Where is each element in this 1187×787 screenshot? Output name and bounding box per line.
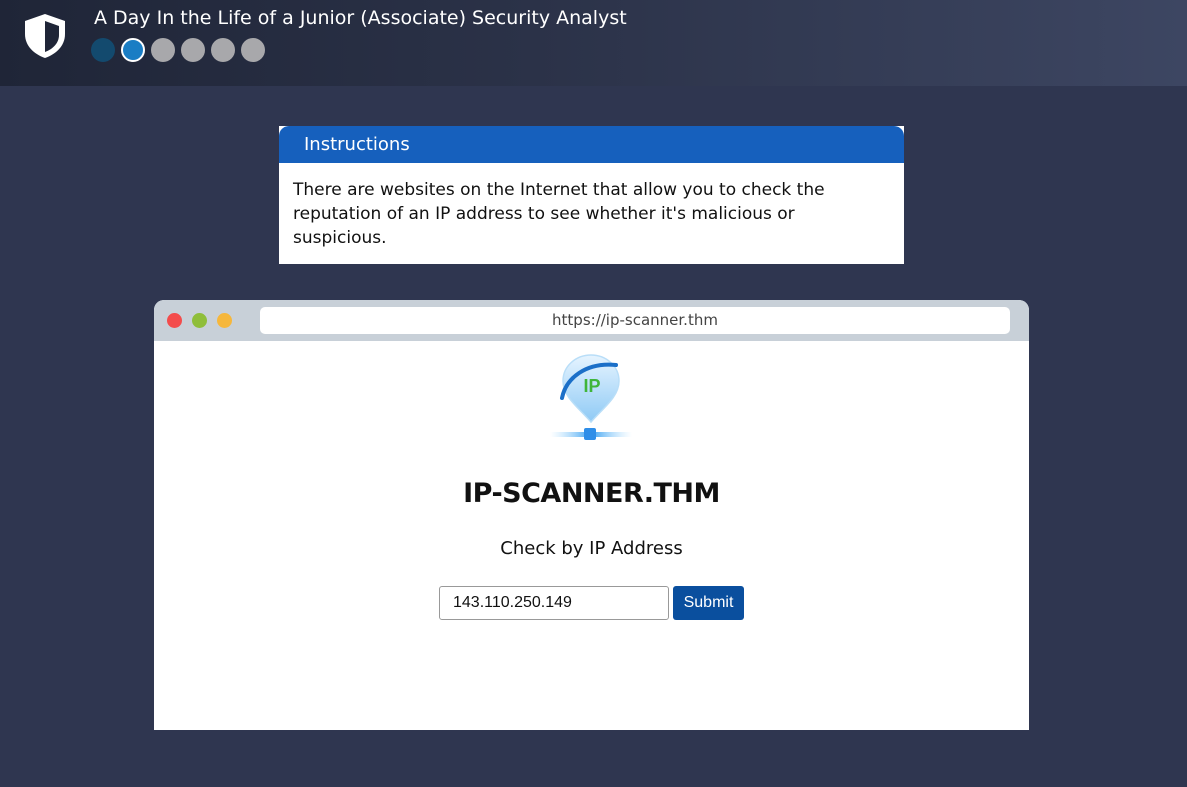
svg-text:IP: IP bbox=[583, 376, 600, 396]
maximize-window-dot bbox=[192, 313, 207, 328]
minimize-window-dot bbox=[217, 313, 232, 328]
progress-step-2 bbox=[121, 38, 145, 62]
shield-icon bbox=[25, 14, 65, 58]
ip-scanner-logo-icon: IP bbox=[550, 354, 632, 440]
progress-step-5 bbox=[211, 38, 235, 62]
submit-button[interactable]: Submit bbox=[673, 586, 744, 620]
room-title: A Day In the Life of a Junior (Associate… bbox=[94, 7, 627, 29]
top-header: A Day In the Life of a Junior (Associate… bbox=[0, 0, 1187, 86]
ip-address-input[interactable]: 143.110.250.149 bbox=[439, 586, 669, 620]
progress-step-1 bbox=[91, 38, 115, 62]
close-window-dot bbox=[167, 313, 182, 328]
check-by-ip-label: Check by IP Address bbox=[500, 538, 683, 559]
instructions-panel: Instructions There are websites on the I… bbox=[279, 126, 904, 264]
site-title: IP-SCANNER.THM bbox=[463, 478, 720, 509]
progress-step-3 bbox=[151, 38, 175, 62]
address-bar[interactable]: https://ip-scanner.thm bbox=[260, 307, 1010, 334]
instructions-text: There are websites on the Internet that … bbox=[293, 180, 825, 248]
progress-indicator bbox=[91, 38, 265, 62]
simulated-browser-window: https://ip-scanner.thm IP IP-SCANNER.THM… bbox=[154, 300, 1029, 730]
instructions-heading: Instructions bbox=[279, 126, 904, 163]
progress-step-6 bbox=[241, 38, 265, 62]
progress-step-4 bbox=[181, 38, 205, 62]
browser-title-bar: https://ip-scanner.thm bbox=[154, 300, 1029, 341]
